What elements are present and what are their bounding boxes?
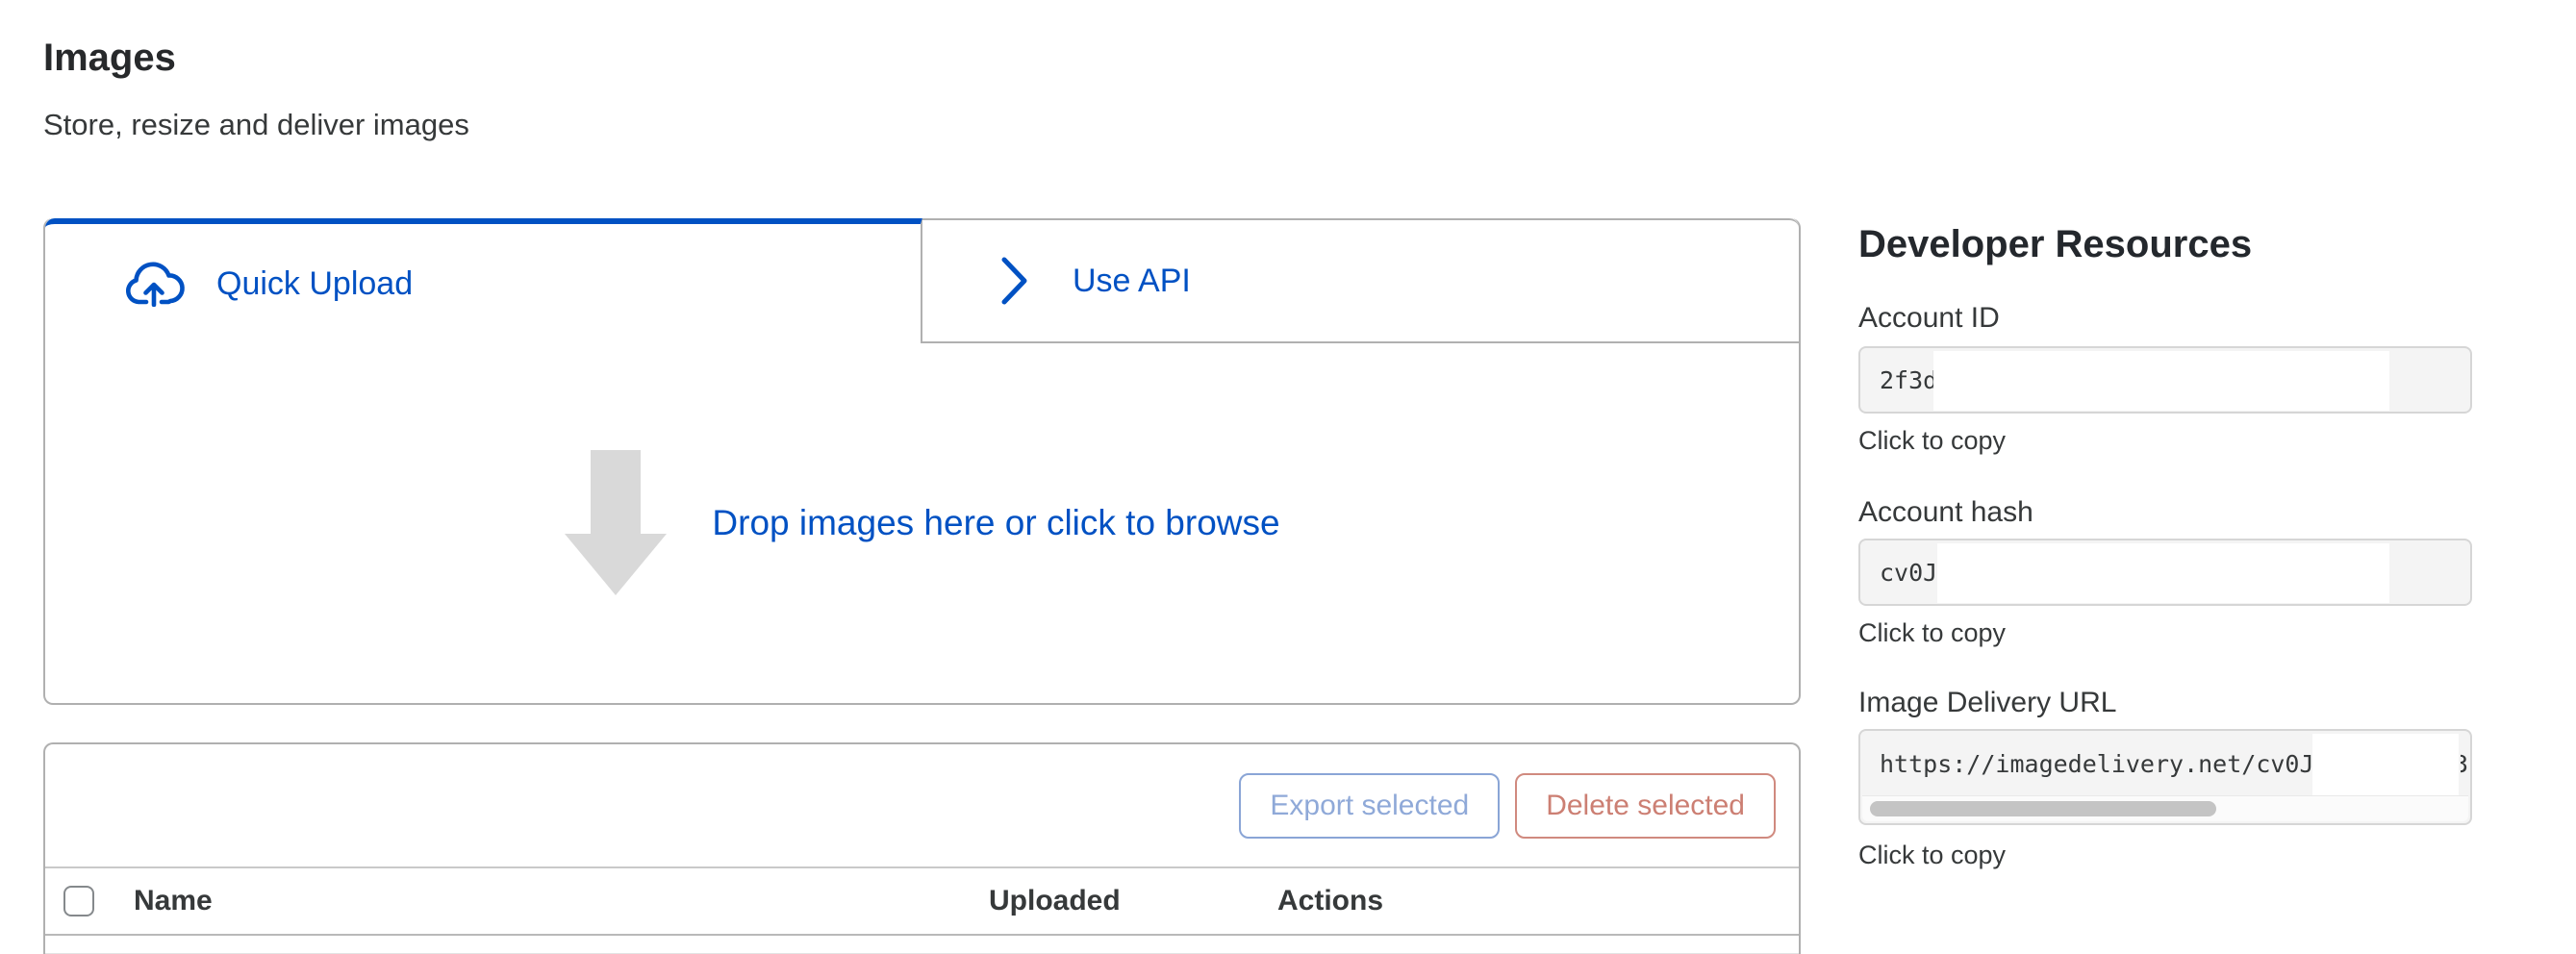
dropzone[interactable]: Drop images here or click to browse [45,343,1799,703]
page-subtitle: Store, resize and deliver images [43,108,469,142]
dropzone-label: Drop images here or click to browse [712,503,1279,543]
account-hash-label: Account hash [1858,496,2033,529]
account-hash-field[interactable]: cv0J [1858,539,2472,606]
tab-quick-upload[interactable]: Quick Upload [45,218,922,343]
image-delivery-url-copy-hint: Click to copy [1858,841,2006,870]
account-id-label: Account ID [1858,302,2000,335]
image-delivery-url-redaction [2312,734,2459,797]
account-id-value: 2f3d [1880,366,1937,394]
image-delivery-url-value: https://imagedelivery.net/cv0JSj [1880,750,2343,778]
select-all-checkbox[interactable] [63,886,94,916]
image-delivery-url-clipped-char: 3 [2461,750,2470,779]
cloud-upload-icon [122,261,186,307]
delete-selected-button[interactable]: Delete selected [1515,773,1776,839]
column-header-name: Name [134,885,989,917]
page-title: Images [43,37,176,80]
image-delivery-url-field[interactable]: https://imagedelivery.net/cv0JSj 3 [1858,729,2472,825]
tab-use-api-label: Use API [1073,263,1191,300]
account-id-copy-hint: Click to copy [1858,426,2006,456]
chevron-right-icon [999,253,1030,309]
tab-use-api[interactable]: Use API [922,218,1799,343]
horizontal-scrollbar-track [1862,795,2468,821]
list-toolbar: Export selected Delete selected [45,744,1799,868]
image-delivery-url-label: Image Delivery URL [1858,687,2116,719]
column-header-uploaded: Uploaded [989,885,1277,917]
upload-panel: Quick Upload Use API Drop images here or… [43,218,1801,705]
tabs-row: Quick Upload Use API [45,218,1799,343]
arrow-down-icon [564,450,668,596]
account-hash-copy-hint: Click to copy [1858,618,2006,648]
account-id-redaction [1933,351,2389,411]
account-id-field[interactable]: 2f3d [1858,346,2472,414]
horizontal-scrollbar-thumb[interactable] [1870,801,2216,816]
developer-resources-heading: Developer Resources [1858,223,2252,266]
account-hash-redaction [1937,543,2389,603]
image-list-panel: Export selected Delete selected Name Upl… [43,742,1801,954]
tab-quick-upload-label: Quick Upload [216,265,413,303]
account-hash-value: cv0J [1880,559,1937,587]
column-header-actions: Actions [1277,885,1383,917]
export-selected-button[interactable]: Export selected [1239,773,1500,839]
images-page: Images Store, resize and deliver images … [0,0,2576,954]
table-header-row: Name Uploaded Actions [45,868,1799,936]
